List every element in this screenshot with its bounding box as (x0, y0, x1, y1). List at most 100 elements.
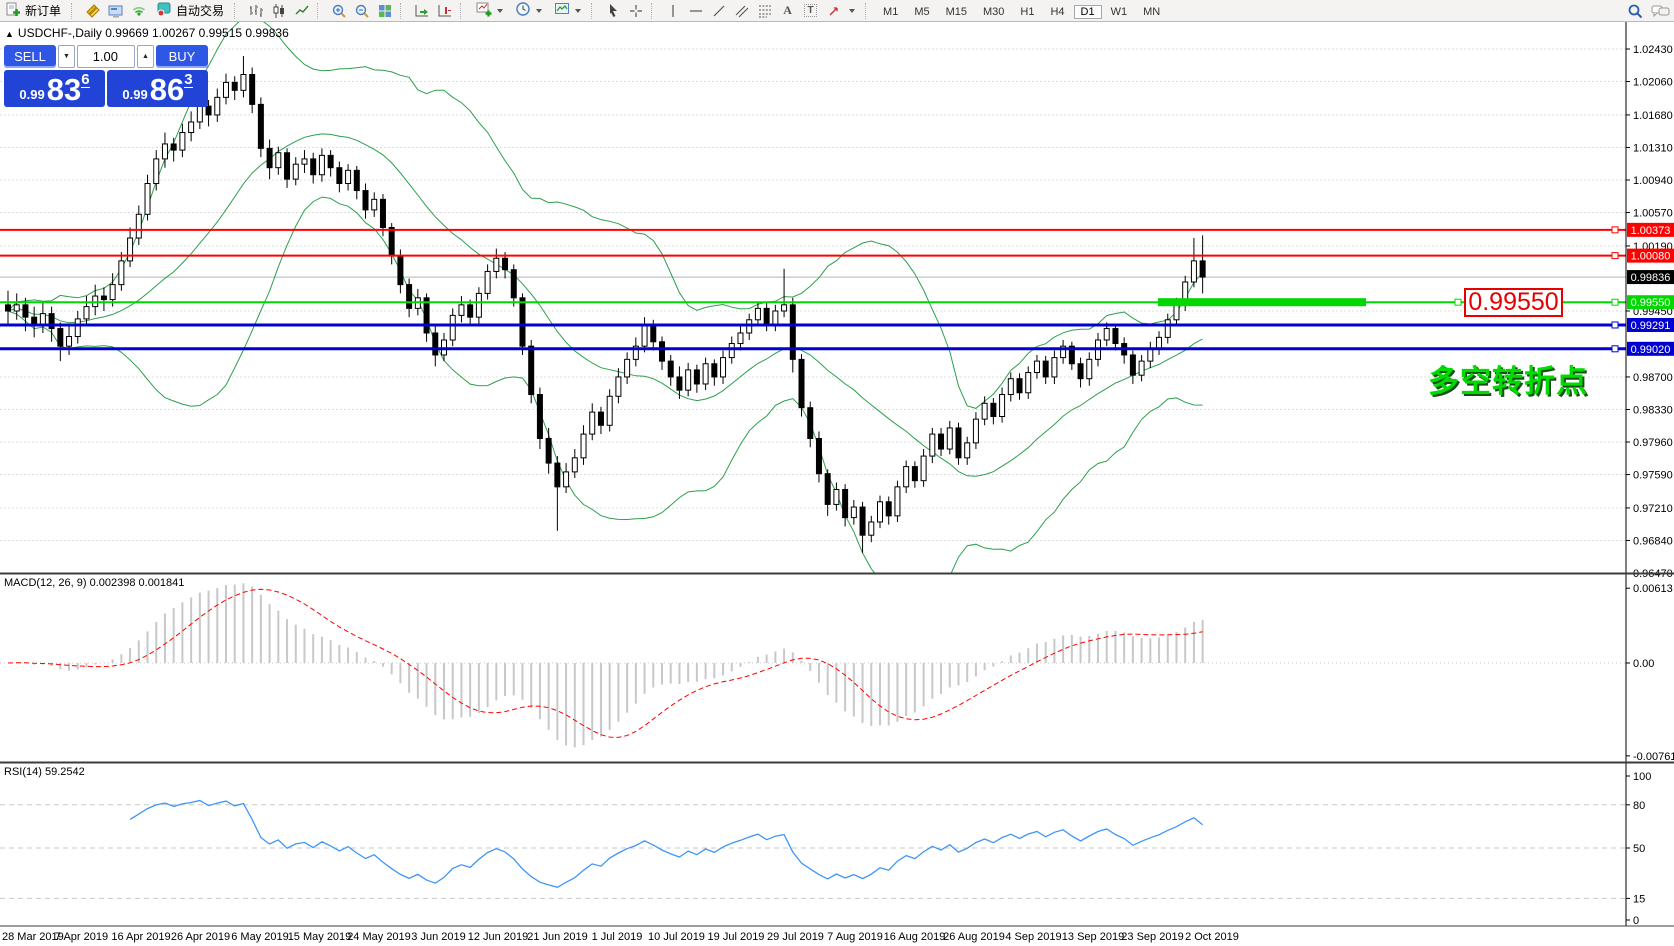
rsi-axis-label: 100 (1633, 771, 1651, 783)
collapse-arrow-icon[interactable]: ▲ (5, 29, 14, 39)
date-axis-label: 13 Sep 2019 (1062, 931, 1124, 943)
candle (32, 317, 37, 324)
candle (258, 104, 263, 148)
signals-icon[interactable] (127, 1, 150, 21)
pane-divider[interactable] (0, 762, 1674, 764)
zoom-out-icon[interactable] (350, 1, 373, 21)
timeframe-button-m5[interactable]: M5 (907, 5, 936, 19)
candle (346, 170, 351, 183)
autotrading-button[interactable]: 自动交易 (150, 1, 230, 21)
price-axis-label: 0.97210 (1633, 503, 1673, 515)
text-label-tool-icon[interactable]: T (799, 1, 822, 21)
one-click-trading-panel: SELL ▼ 1.00 ▲ BUY 0.99836 0.99863 (4, 45, 208, 107)
buy-button[interactable]: BUY (156, 45, 208, 68)
candle (468, 305, 473, 317)
date-axis-label: 15 May 2019 (288, 931, 352, 943)
macd-axis-label: 0.00613 (1633, 583, 1673, 595)
price-axis-label: 0.96840 (1633, 535, 1673, 547)
toolbar-separator (651, 3, 658, 19)
zoom-in-icon[interactable] (327, 1, 350, 21)
volume-input[interactable]: 1.00 (77, 45, 135, 68)
candle (250, 74, 255, 104)
buy-price-point: 3 (184, 72, 192, 88)
bar-chart-icon[interactable] (244, 1, 267, 21)
periods-button[interactable] (509, 1, 548, 21)
vertical-line-tool-icon[interactable] (661, 1, 684, 21)
chat-icon[interactable] (1646, 1, 1674, 21)
chart-shift-icon[interactable] (433, 1, 456, 21)
channel-tool-icon[interactable] (730, 1, 753, 21)
line-handle[interactable] (1612, 322, 1618, 328)
candle (1139, 361, 1144, 375)
candle (712, 364, 717, 377)
line-handle[interactable] (1612, 253, 1618, 259)
templates-button[interactable] (548, 1, 587, 21)
timeframe-button-h1[interactable]: H1 (1013, 5, 1041, 19)
candle (380, 199, 385, 227)
auto-scroll-icon[interactable] (410, 1, 433, 21)
text-tool-icon[interactable]: A (776, 1, 799, 21)
timeframe-button-m30[interactable]: M30 (976, 5, 1011, 19)
templates-icon (554, 1, 570, 20)
candlestick-chart-icon[interactable] (267, 1, 290, 21)
highlighted-line-segment[interactable] (1158, 298, 1366, 306)
timeframe-button-m1[interactable]: M1 (876, 5, 905, 19)
candle (912, 467, 917, 481)
buy-price-pips: 86 (150, 76, 184, 104)
candle (145, 184, 150, 215)
market-watch-icon[interactable] (81, 1, 104, 21)
candle (1174, 305, 1179, 320)
pane-divider[interactable] (0, 573, 1674, 575)
indicators-button[interactable] (470, 1, 509, 21)
trendline-tool-icon[interactable] (707, 1, 730, 21)
new-order-button[interactable]: 新订单 (0, 1, 67, 21)
candle (224, 82, 229, 97)
search-icon[interactable] (1623, 1, 1646, 21)
toolbar: 新订单 自动交易 A T M1M5M15M30H1H4D1W1MN (0, 0, 1674, 22)
chart-canvas[interactable]: 1.024301.020601.016801.013101.009401.005… (0, 0, 1674, 946)
line-price-tag-text: 1.00373 (1631, 225, 1671, 237)
line-chart-icon[interactable] (290, 1, 313, 21)
price-axis-label: 0.98330 (1633, 404, 1673, 416)
candle (328, 155, 333, 167)
timeframe-button-h4[interactable]: H4 (1043, 5, 1071, 19)
line-handle[interactable] (1612, 346, 1618, 352)
terminal-icon[interactable] (104, 1, 127, 21)
line-handle[interactable] (1612, 227, 1618, 233)
candle (790, 305, 795, 360)
candle (23, 305, 28, 317)
fibonacci-tool-icon[interactable] (753, 1, 776, 21)
timeframe-button-d1[interactable]: D1 (1074, 5, 1102, 19)
crosshair-icon[interactable] (624, 1, 647, 21)
line-price-tag-text: 0.99550 (1631, 297, 1671, 309)
tile-windows-icon[interactable] (373, 1, 396, 21)
candle (58, 329, 63, 347)
candle (67, 336, 72, 346)
sell-button[interactable]: SELL (4, 45, 56, 68)
line-handle[interactable] (1612, 299, 1618, 305)
candle (337, 168, 342, 184)
volume-up-button[interactable]: ▲ (137, 45, 154, 68)
buy-price[interactable]: 0.99863 (107, 70, 208, 107)
line-handle[interactable] (1455, 299, 1461, 305)
price-level-callout[interactable]: 0.99550 (1464, 288, 1563, 317)
timeframe-button-w1[interactable]: W1 (1104, 5, 1135, 19)
volume-down-button[interactable]: ▼ (58, 45, 75, 68)
candle (939, 434, 944, 449)
date-axis-label: 23 Sep 2019 (1121, 931, 1183, 943)
candle (1157, 337, 1162, 348)
sell-price[interactable]: 0.99836 (4, 70, 105, 107)
clock-icon (515, 1, 531, 20)
timeframe-button-m15[interactable]: M15 (939, 5, 974, 19)
price-axis-label: 1.01680 (1633, 110, 1673, 122)
date-axis-label: 16 Aug 2019 (884, 931, 946, 943)
shapes-tool-icon[interactable] (822, 1, 861, 21)
horizontal-line-tool-icon[interactable] (684, 1, 707, 21)
candle (956, 428, 961, 458)
candle (1052, 358, 1057, 377)
candle (773, 311, 778, 324)
candle (555, 463, 560, 487)
cursor-icon[interactable] (601, 1, 624, 21)
candle (651, 326, 656, 342)
timeframe-button-mn[interactable]: MN (1136, 5, 1167, 19)
